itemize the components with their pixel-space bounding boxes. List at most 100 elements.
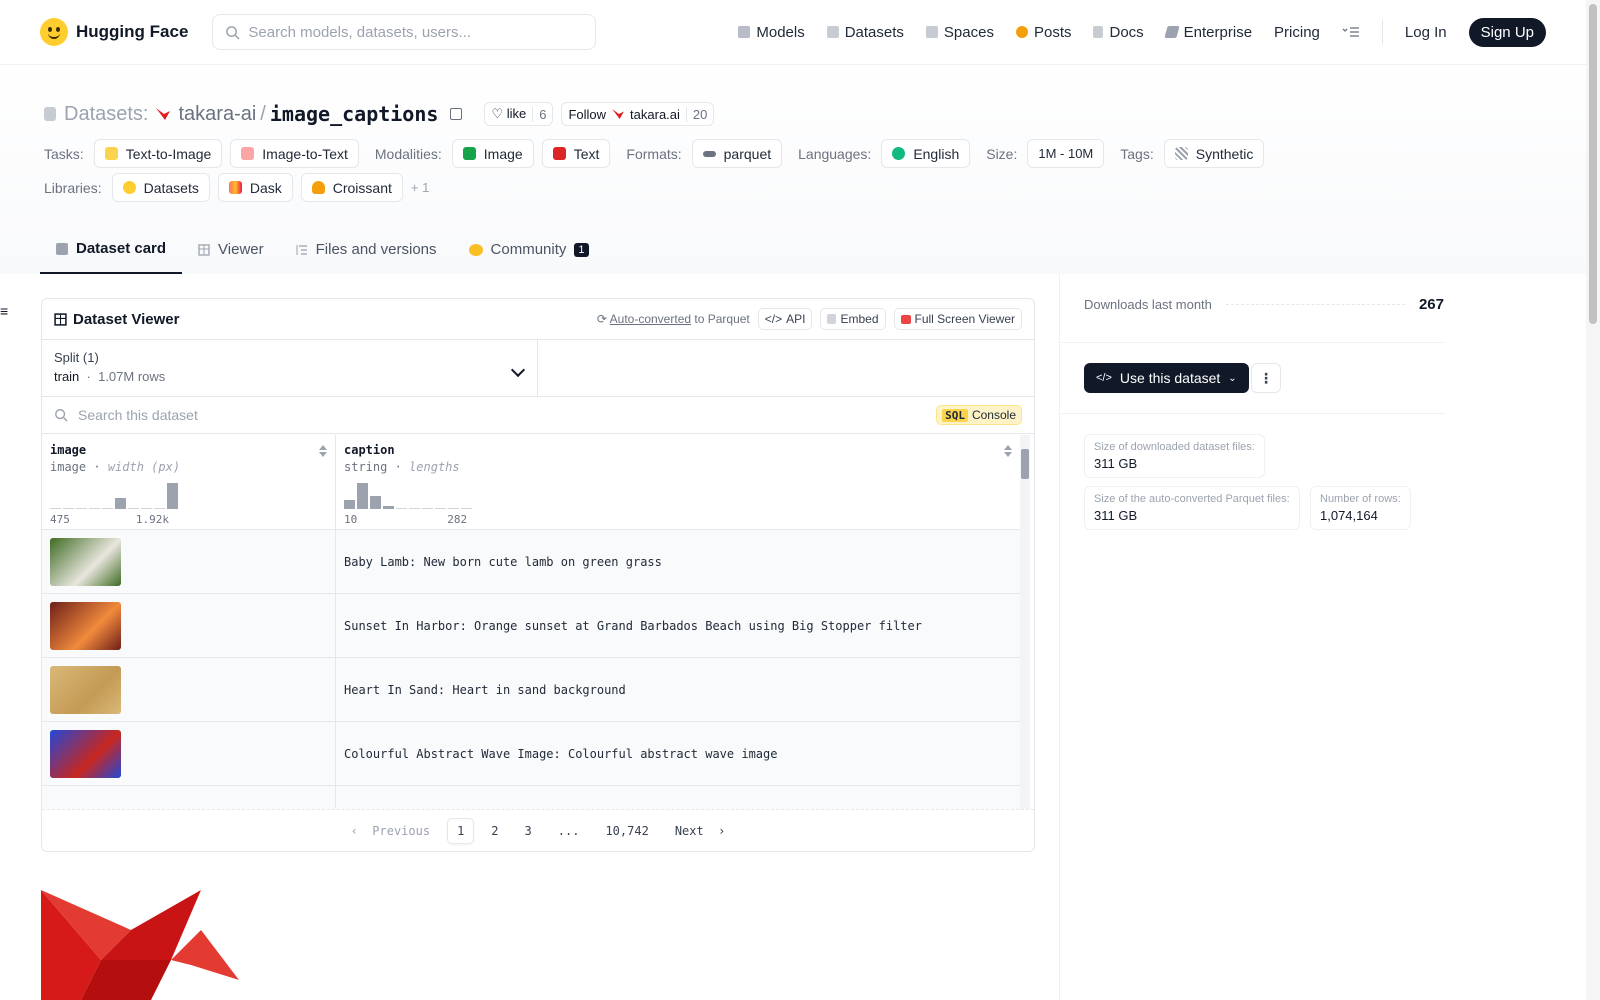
histogram-range: 475 1.92k [50, 513, 169, 526]
column-name: image [50, 443, 87, 457]
sidebar-toggle-icon[interactable]: ≡ [0, 303, 8, 319]
tab-files[interactable]: Files and versions [280, 225, 453, 274]
nav-pricing[interactable]: Pricing [1274, 24, 1320, 41]
more-menu-icon[interactable] [1342, 26, 1360, 38]
image-thumbnail[interactable] [50, 665, 121, 714]
tag-library-dask[interactable]: Dask [217, 173, 293, 202]
column-header-caption[interactable]: caption string · lengths 10 282 [336, 435, 1020, 529]
histogram-bar [63, 508, 74, 509]
sort-icon[interactable] [1004, 445, 1012, 457]
tab-dataset-card[interactable]: Dataset card [40, 225, 183, 274]
tag-language-english[interactable]: English [881, 139, 971, 168]
tag-format-parquet[interactable]: parquet [691, 139, 783, 168]
image-cell[interactable] [42, 658, 336, 721]
caption-cell[interactable]: Baby Lamb: New born cute lamb on green g… [336, 530, 1020, 593]
nav-enterprise[interactable]: Enterprise [1164, 24, 1252, 41]
takara-org-icon [612, 109, 624, 119]
nav-spaces[interactable]: Spaces [925, 24, 994, 41]
split-selector[interactable]: Split (1) train · 1.07M rows [42, 340, 538, 396]
nav-posts[interactable]: Posts [1015, 24, 1071, 41]
tag-library-croissant[interactable]: Croissant [300, 173, 403, 202]
caption-cell[interactable]: Colourful Abstract Wave Image: Colourful… [336, 722, 1020, 785]
nav-docs-label: Docs [1109, 23, 1144, 41]
histogram-bar [357, 483, 368, 509]
page-3-button[interactable]: 3 [516, 819, 541, 843]
histogram-bar [396, 508, 407, 509]
tag-label: Image [483, 145, 523, 162]
tag-synthetic[interactable]: Synthetic [1163, 139, 1265, 168]
tag-label: parquet [723, 145, 772, 162]
tag-modality-text[interactable]: Text [541, 139, 611, 168]
use-this-dataset-button[interactable]: </> Use this dataset ⌄ [1084, 363, 1249, 393]
copy-icon[interactable] [450, 108, 463, 120]
repo-name[interactable]: image_captions [270, 102, 439, 126]
tab-community[interactable]: Community 1 [453, 225, 605, 274]
image-thumbnail[interactable] [50, 537, 121, 586]
global-search-input[interactable]: Search models, datasets, users... [212, 14, 597, 50]
tag-task-text-to-image[interactable]: Text-to-Image [93, 139, 223, 168]
auto-converted-link[interactable]: Auto-converted [610, 312, 691, 326]
fullscreen-label: Full Screen Viewer [914, 312, 1016, 326]
fullscreen-viewer-button[interactable]: Full Screen Viewer [893, 308, 1022, 330]
page-2-button[interactable]: 2 [482, 819, 507, 843]
nav-docs[interactable]: Docs [1093, 23, 1144, 41]
stat-download-size: Size of downloaded dataset files: 311 GB [1084, 434, 1265, 478]
image-cell[interactable] [42, 594, 336, 657]
nav-models[interactable]: Models [738, 24, 805, 41]
next-page-button[interactable]: Next › [666, 819, 735, 843]
histogram-bar [461, 508, 472, 509]
section-label[interactable]: Datasets: [64, 103, 148, 126]
stat-parquet-size: Size of the auto-converted Parquet files… [1084, 486, 1300, 530]
tag-modality-image[interactable]: Image [451, 139, 534, 168]
follow-button[interactable]: Follow takara.ai 20 [561, 102, 715, 126]
tag-label: Text [573, 145, 600, 162]
tab-viewer[interactable]: Viewer [182, 225, 280, 274]
more-options-button[interactable]: ⋮ [1251, 363, 1281, 393]
image-cell[interactable] [42, 530, 336, 593]
tags-row-1: Tasks: Text-to-Image Image-to-Text Modal… [44, 139, 1265, 168]
stat-label: Size of downloaded dataset files: [1094, 441, 1255, 453]
api-button[interactable]: </> API [757, 308, 813, 330]
sql-console-button[interactable]: SQL Console [936, 405, 1022, 425]
repo-owner[interactable]: takara-ai [178, 103, 256, 126]
table-row[interactable]: Colourful Abstract Wave Image: Colourful… [42, 722, 1020, 786]
api-label: API [786, 312, 806, 326]
image-cell[interactable] [42, 722, 336, 785]
embed-button[interactable]: Embed [820, 308, 886, 330]
split-name: train [54, 369, 80, 384]
libraries-more[interactable]: + 1 [411, 180, 429, 195]
page-last-button[interactable]: 10,742 [596, 819, 657, 843]
image-thumbnail[interactable] [50, 729, 121, 778]
parquet-icon [702, 150, 716, 157]
login-link[interactable]: Log In [1405, 24, 1447, 41]
pagination: ‹ Previous 1 2 3 ... 10,742 Next › [42, 809, 1034, 851]
tag-size[interactable]: 1M - 10M [1027, 139, 1105, 168]
downloads-sparkline [1225, 304, 1405, 305]
brand-logo[interactable]: Hugging Face [40, 18, 188, 46]
stat-value: 311 GB [1094, 508, 1138, 523]
signup-button[interactable]: Sign Up [1468, 17, 1546, 47]
sort-icon[interactable] [319, 445, 327, 457]
column-header-image[interactable]: image image · width (px) 475 1.92k [42, 435, 336, 529]
tag-library-datasets[interactable]: Datasets [111, 173, 210, 202]
tag-task-image-to-text[interactable]: Image-to-Text [230, 139, 359, 168]
tag-label: 1M - 10M [1038, 146, 1094, 161]
global-search-placeholder: Search models, datasets, users... [248, 23, 472, 41]
caption-cell[interactable]: Sunset In Harbor: Orange sunset at Grand… [336, 594, 1020, 657]
table-scrollbar[interactable] [1020, 435, 1030, 810]
size-label: Size: [986, 145, 1018, 162]
repo-title-row: Datasets: takara-ai / image_captions ♡ l… [44, 102, 715, 126]
table-row[interactable]: Sunset In Harbor: Orange sunset at Grand… [42, 594, 1020, 658]
caption-cell[interactable]: Heart In Sand: Heart in sand background [336, 658, 1020, 721]
table-row[interactable]: Baby Lamb: New born cute lamb on green g… [42, 530, 1020, 594]
files-icon [296, 244, 307, 255]
page-scrollbar[interactable] [1586, 0, 1600, 1000]
like-button[interactable]: ♡ like 6 [484, 102, 554, 126]
image-thumbnail[interactable] [50, 601, 121, 650]
nav-datasets[interactable]: Datasets [826, 24, 904, 41]
previous-page-button[interactable]: ‹ Previous [342, 819, 439, 843]
dataset-search-input[interactable]: Search this dataset SQL Console [42, 397, 1034, 434]
table-row[interactable]: Heart In Sand: Heart in sand background [42, 658, 1020, 722]
page-1-button[interactable]: 1 [447, 817, 475, 844]
croissant-icon [311, 181, 325, 194]
